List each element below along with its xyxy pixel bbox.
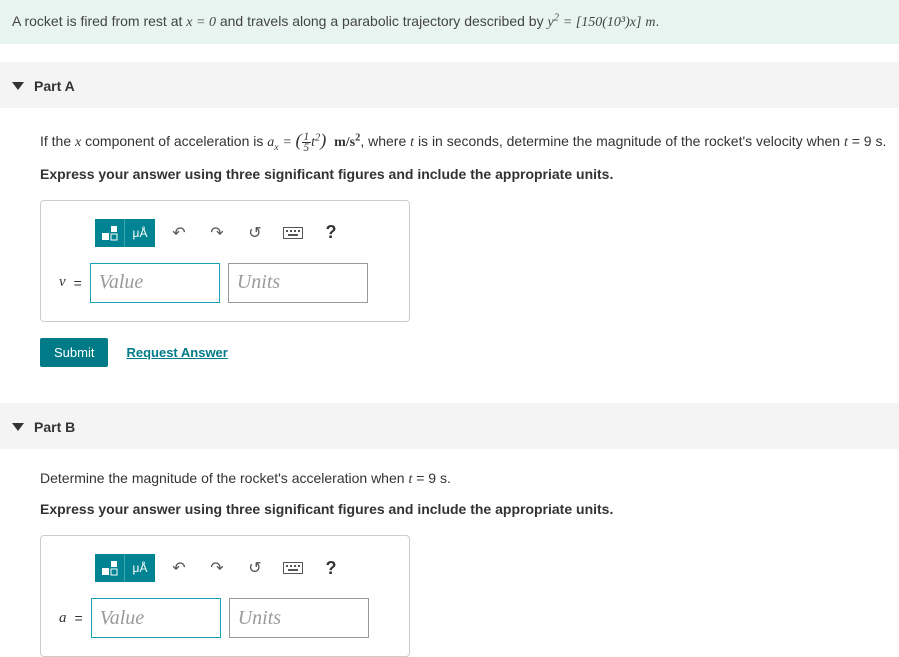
part-a-header[interactable]: Part A [0,78,899,108]
problem-eq2-rhs: [150(10³)x] [576,15,642,30]
part-b-header[interactable]: Part B [0,419,899,449]
part-a-body: If the x component of acceleration is ax… [0,108,899,384]
caret-down-icon [12,82,24,90]
part-a-eq-sign: = [74,275,82,291]
help-button[interactable]: ? [317,554,345,582]
template-button[interactable] [95,554,125,582]
qa-var-t: t [410,135,414,150]
redo-icon: ↷ [210,223,223,243]
qa-var-x: x [75,135,81,150]
units-input[interactable]: Units [228,263,368,303]
keyboard-icon [283,227,303,239]
part-b-answer-area: μÅ ↶ ↷ ↺ ? a = Value Units [40,535,410,657]
qa-units1: m/s [334,135,355,150]
special-char-button[interactable]: μÅ [125,219,155,247]
qa-eq: = [283,135,296,150]
redo-button[interactable]: ↷ [203,219,231,247]
undo-button[interactable]: ↶ [165,219,193,247]
xy-template-icon [101,225,119,241]
part-a-submit-row: Submit Request Answer [40,338,899,367]
part-b-eq-sign: = [75,610,83,626]
qa-var-t2: t [844,135,848,150]
part-a-question: If the x component of acceleration is ax… [40,126,899,155]
part-a-answer-area: μÅ ↶ ↷ ↺ ? v = Value Units [40,200,410,322]
qb-tval: = 9 s. [416,470,451,486]
part-b-section: Part B Determine the magnitude of the ro… [0,403,899,657]
part-b-title: Part B [34,419,75,435]
template-button[interactable] [95,219,125,247]
micro-a-icon: μÅ [133,561,148,575]
special-char-button[interactable]: μÅ [125,554,155,582]
problem-suffix: . [655,13,659,29]
qa-mid2: , where [360,133,410,149]
keyboard-button[interactable] [279,554,307,582]
qa-paren-close: ) [320,130,326,150]
reset-icon: ↺ [248,558,261,578]
value-input[interactable]: Value [90,263,220,303]
redo-button[interactable]: ↷ [203,554,231,582]
part-a-toolbar: μÅ ↶ ↷ ↺ ? [95,219,391,247]
request-answer-link[interactable]: Request Answer [126,345,227,360]
keyboard-icon [283,562,303,574]
units-input[interactable]: Units [229,598,369,638]
part-a-title: Part A [34,78,75,94]
question-icon: ? [326,558,337,579]
reset-button[interactable]: ↺ [241,554,269,582]
problem-eq1: x = 0 [186,15,216,30]
part-a-section: Part A If the x component of acceleratio… [0,62,899,384]
qb-prefix: Determine the magnitude of the rocket's … [40,470,408,486]
part-a-instruction: Express your answer using three signific… [40,166,899,182]
part-b-toolbar: μÅ ↶ ↷ ↺ ? [95,554,391,582]
problem-eq2-eq: = [563,15,576,30]
part-b-body: Determine the magnitude of the rocket's … [0,449,899,657]
qa-mid1: component of acceleration is [85,133,267,149]
help-button[interactable]: ? [317,219,345,247]
part-a-input-row: v = Value Units [59,263,391,303]
qa-ax-sub: x [274,142,278,153]
caret-down-icon [12,423,24,431]
problem-unit: m [645,15,655,30]
part-b-input-row: a = Value Units [59,598,391,638]
value-input[interactable]: Value [91,598,221,638]
question-icon: ? [326,222,337,243]
undo-button[interactable]: ↶ [165,554,193,582]
qa-prefix: If the [40,133,75,149]
qa-frac: 15 [302,132,312,153]
problem-text-1: A rocket is fired from rest at [12,13,186,29]
qb-var-t: t [408,472,412,487]
part-b-question: Determine the magnitude of the rocket's … [40,467,899,491]
format-button-group: μÅ [95,219,155,247]
undo-icon: ↶ [172,558,185,578]
reset-icon: ↺ [248,223,261,243]
xy-template-icon [101,560,119,576]
problem-eq2-sup: 2 [554,12,559,23]
problem-statement: A rocket is fired from rest at x = 0 and… [0,0,899,44]
qa-frac-den: 5 [302,143,312,153]
submit-button[interactable]: Submit [40,338,108,367]
micro-a-icon: μÅ [133,226,148,240]
problem-text-2: and travels along a parabolic trajectory… [220,13,548,29]
format-button-group: μÅ [95,554,155,582]
part-b-var-label: a [59,610,67,627]
redo-icon: ↷ [210,558,223,578]
part-b-instruction: Express your answer using three signific… [40,501,899,517]
qa-tval: = 9 s. [852,133,887,149]
qa-mid3: is in seconds, determine the magnitude o… [418,133,844,149]
reset-button[interactable]: ↺ [241,219,269,247]
part-a-var-label: v [59,274,66,291]
keyboard-button[interactable] [279,219,307,247]
undo-icon: ↶ [172,223,185,243]
